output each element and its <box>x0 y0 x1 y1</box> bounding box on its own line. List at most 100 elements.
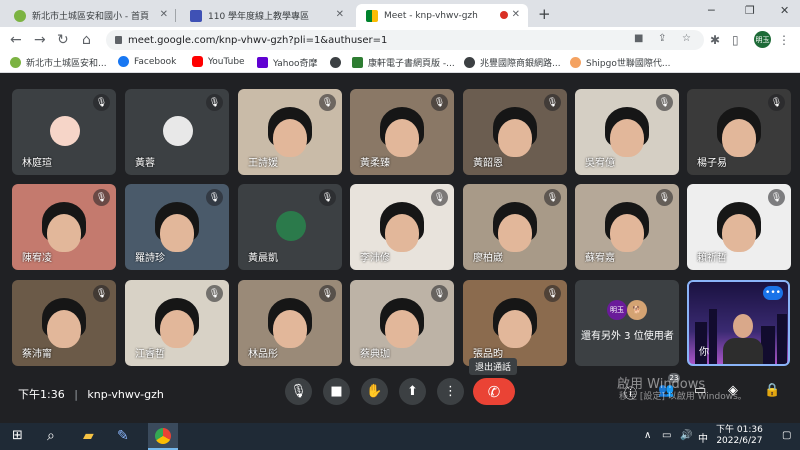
tab-online-teaching[interactable]: 110 學年度線上教學專區 ✕ <box>180 4 352 27</box>
windows-activation-subtext: 移至 [設定] 以啟用 Windows。 <box>619 392 747 402</box>
back-icon[interactable]: ← <box>10 32 22 48</box>
meeting-code: knp-vhwv-gzh <box>87 388 164 401</box>
participant-tile[interactable]: 🎙 張品昀 <box>463 280 567 366</box>
participant-tile[interactable]: 🎙 蔡沛甯 <box>12 280 116 366</box>
window-close-icon[interactable]: ✕ <box>780 4 789 17</box>
participant-face <box>385 310 419 348</box>
bookmark-kangxuan[interactable]: 康軒電子書網頁版 -... <box>352 56 455 69</box>
participant-tile[interactable]: 🎙 廖柏崴 <box>463 184 567 270</box>
participant-tile[interactable]: 🎙 王詩媛 <box>238 89 342 175</box>
file-explorer-icon[interactable]: ▰ <box>83 428 94 444</box>
profile-avatar[interactable]: 明玉 <box>754 31 771 48</box>
participant-tile[interactable]: 🎙 黃晨凱 <box>238 184 342 270</box>
side-panel-icon[interactable]: ▯ <box>732 33 739 47</box>
other-participants-tile[interactable]: 明玉 🐕 還有另外 3 位使用者 <box>575 280 679 366</box>
bookmark-yahoo[interactable]: Yahoo奇摩 <box>257 56 318 69</box>
microphone-button[interactable]: 🎙 <box>285 378 312 405</box>
mic-muted-icon: 🎙 <box>768 189 785 206</box>
mic-muted-icon: 🎙 <box>544 189 561 206</box>
bookmark-megabank[interactable]: 兆豐國際商銀網路... <box>464 56 561 69</box>
bookmark-star-icon[interactable]: ☆ <box>682 33 691 44</box>
taskbar-clock[interactable]: 下午 01:36 2022/6/27 <box>716 425 763 447</box>
participant-face <box>160 214 194 252</box>
participant-face <box>722 214 756 252</box>
participant-name: 蘇宥嘉 <box>585 253 615 264</box>
participant-tile[interactable]: 🎙 吳宥億 <box>575 89 679 175</box>
bookmark-shipgo[interactable]: Shipgo世聯國際代... <box>570 56 670 69</box>
participant-tile[interactable]: 🎙 黃韶恩 <box>463 89 567 175</box>
participant-name: 賴祈哲 <box>697 253 727 264</box>
bookmark-school[interactable]: 新北市土城區安和... <box>10 56 107 69</box>
tab-title: 110 學年度線上教學專區 <box>208 12 310 22</box>
maximize-icon[interactable]: ❐ <box>745 4 755 17</box>
ime-indicator[interactable]: 中 <box>698 430 708 445</box>
mic-muted-icon: 🎙 <box>431 189 448 206</box>
address-bar[interactable]: meet.google.com/knp-vhwv-gzh?pli=1&authu… <box>106 30 704 50</box>
more-actions-button[interactable]: ⋮ <box>437 378 464 405</box>
participant-tile[interactable]: 🎙 賴祈哲 <box>687 184 791 270</box>
present-screen-button[interactable]: ⬆ <box>399 378 426 405</box>
tray-chevron-icon[interactable]: ∧ <box>644 430 651 441</box>
participant-name: 楊子易 <box>697 158 727 169</box>
participant-name: 蔡典珈 <box>360 349 390 360</box>
mic-muted-icon: 🎙 <box>319 189 336 206</box>
participant-tile[interactable]: 🎙 林品彤 <box>238 280 342 366</box>
close-tab-icon[interactable]: ✕ <box>512 9 520 20</box>
participant-tile[interactable]: 🎙 江睿哲 <box>125 280 229 366</box>
youtube-icon <box>192 56 203 67</box>
participant-tile[interactable]: 🎙 蔡典珈 <box>350 280 454 366</box>
more-options-button[interactable]: ••• <box>763 286 783 300</box>
camera-button[interactable]: ■ <box>323 378 350 405</box>
tab-meet[interactable]: Meet - knp-vhwv-gzh ✕ <box>356 4 528 27</box>
volume-icon[interactable]: 🔊 <box>680 430 692 441</box>
reload-icon[interactable]: ↻ <box>57 32 69 48</box>
participant-tile[interactable]: 🎙 黃蓉 <box>125 89 229 175</box>
participant-name: 黃蓉 <box>135 158 155 169</box>
mic-muted-icon: 🎙 <box>93 189 110 206</box>
search-icon[interactable]: ⌕ <box>47 428 55 444</box>
others-label: 還有另外 3 位使用者 <box>581 331 674 342</box>
extensions-icon[interactable]: ✱ <box>710 33 720 47</box>
tab-school-home[interactable]: 新北市土城區安和國小 - 首頁 ✕ <box>4 4 176 27</box>
bookmark-youtube[interactable]: YouTube <box>192 56 245 67</box>
participant-tile[interactable]: 🎙 李沛修 <box>350 184 454 270</box>
yahoo-icon <box>257 57 268 68</box>
participant-avatar <box>276 211 306 241</box>
participant-face <box>498 214 532 252</box>
lock-icon <box>115 36 122 44</box>
forward-icon[interactable]: → <box>34 32 46 48</box>
new-tab-button[interactable]: + <box>538 5 551 23</box>
camera-permission-icon[interactable]: ■ <box>634 33 643 44</box>
participant-tile[interactable]: 🎙 羅詩珍 <box>125 184 229 270</box>
participant-face <box>385 214 419 252</box>
participant-tile[interactable]: 🎙 林庭瑄 <box>12 89 116 175</box>
bookmark-facebook[interactable]: Facebook <box>118 56 176 67</box>
mic-muted-icon: 🎙 <box>206 285 223 302</box>
notifications-icon[interactable]: ▢ <box>782 430 791 441</box>
self-view-tile[interactable]: ••• 你 <box>687 280 790 366</box>
participant-tile[interactable]: 🎙 蘇宥嘉 <box>575 184 679 270</box>
menu-icon[interactable]: ⋮ <box>778 33 790 47</box>
mic-muted-icon: 🎙 <box>431 94 448 111</box>
paint-icon[interactable]: ✎ <box>117 428 129 444</box>
mic-muted-icon: 🎙 <box>93 285 110 302</box>
participant-tile[interactable]: 🎙 楊子易 <box>687 89 791 175</box>
close-tab-icon[interactable]: ✕ <box>336 9 344 20</box>
self-face <box>733 314 753 338</box>
mic-muted-icon: 🎙 <box>319 94 336 111</box>
home-icon[interactable]: ⌂ <box>82 32 91 48</box>
leave-call-button[interactable]: ✆ <box>473 378 515 405</box>
chrome-icon[interactable] <box>155 428 171 444</box>
participant-tile[interactable]: 🎙 陳宥凌 <box>12 184 116 270</box>
raise-hand-button[interactable]: ✋ <box>361 378 388 405</box>
network-icon[interactable]: ▭ <box>662 430 671 441</box>
windows-start-icon[interactable]: ⊞ <box>12 428 23 443</box>
school-favicon-icon <box>14 9 26 22</box>
host-controls-icon[interactable]: 🔒 <box>764 383 780 398</box>
participant-face <box>160 310 194 348</box>
share-icon[interactable]: ⇪ <box>658 33 666 44</box>
minimize-icon[interactable]: ─ <box>708 4 715 17</box>
participant-tile[interactable]: 🎙 黃柔臻 <box>350 89 454 175</box>
close-tab-icon[interactable]: ✕ <box>160 9 168 20</box>
globe-icon[interactable] <box>330 57 341 68</box>
